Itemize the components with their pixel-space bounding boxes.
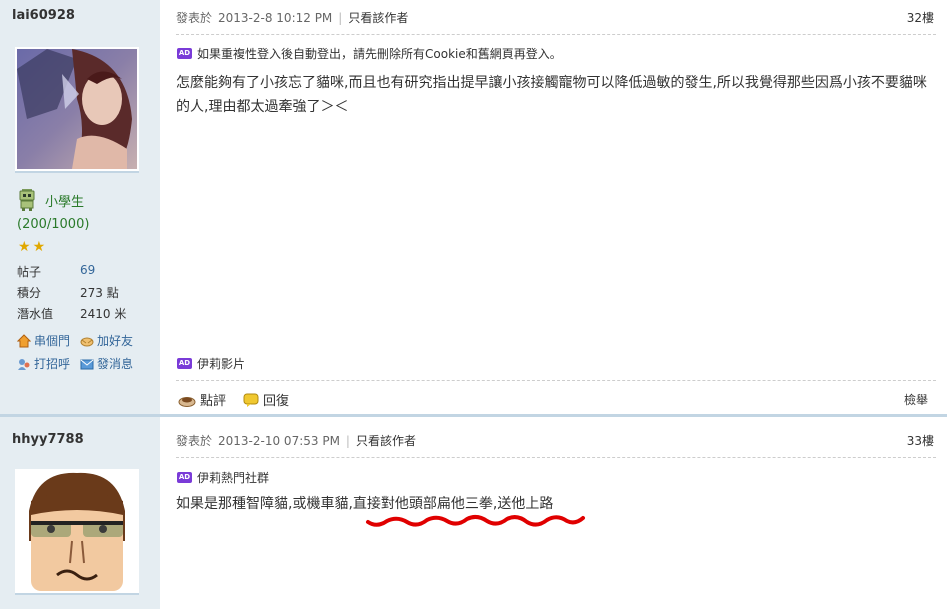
envelope-icon xyxy=(80,359,94,369)
star-icon: ★ xyxy=(32,239,46,255)
header-separator: | xyxy=(338,10,343,25)
visit-home-link[interactable]: 串個門 xyxy=(17,332,70,349)
say-hi-label: 打招呼 xyxy=(34,357,71,371)
posted-time: 2013-2-8 10:12 PM xyxy=(218,10,333,25)
stat-posts-label: 帖子 xyxy=(17,265,42,279)
author-only-link[interactable]: 只看該作者 xyxy=(348,9,408,26)
reply-button[interactable]: 回復 xyxy=(243,390,289,409)
ad-notice-text: 伊莉熱門社群 xyxy=(197,471,270,485)
floor-number[interactable]: 32樓 xyxy=(907,9,934,26)
author-only-link[interactable]: 只看該作者 xyxy=(356,432,416,449)
report-link[interactable]: 檢舉 xyxy=(904,391,928,408)
header-separator: | xyxy=(345,433,350,448)
ad-badge-icon: AD xyxy=(177,48,192,59)
say-hi-link[interactable]: 打招呼 xyxy=(17,355,70,372)
add-friend-label: 加好友 xyxy=(97,334,134,348)
avatar-image-icon xyxy=(17,471,137,591)
author-username[interactable]: lai60928 xyxy=(12,8,75,23)
author-username[interactable]: hhyy7788 xyxy=(12,432,84,447)
post-message: 怎麼能夠有了小孩忘了貓咪,而且也有研究指出提早讓小孩接觸寵物可以降低過敏的發生,… xyxy=(176,75,927,115)
post-divider xyxy=(0,414,947,417)
home-icon xyxy=(17,333,31,347)
speech-bubble-icon xyxy=(243,393,259,407)
ad-badge-icon: AD xyxy=(177,358,192,369)
header-divider xyxy=(176,34,936,35)
robot-rank-icon xyxy=(19,189,35,211)
rank-name[interactable]: 小學生 xyxy=(45,191,84,210)
visit-home-label: 串個門 xyxy=(34,334,71,348)
floor-number[interactable]: 33樓 xyxy=(907,432,934,449)
add-friend-link[interactable]: 加好友 xyxy=(80,332,133,349)
rate-label: 點評 xyxy=(200,394,227,409)
rank-row: 小學生 xyxy=(17,188,84,212)
handshake-icon xyxy=(80,337,94,346)
ad-notice-text: 如果重複性登入後自動登出，請先刪除所有Cookie和舊網頁再登入。 xyxy=(197,47,562,61)
stat-dive-label: 潛水值 xyxy=(17,307,54,321)
star-icon: ★ xyxy=(18,239,31,255)
rank-points: (200/1000) xyxy=(17,217,90,232)
ad-notice[interactable]: AD 伊莉熱門社群 xyxy=(177,469,269,486)
red-squiggle-underline xyxy=(366,514,585,527)
author-avatar[interactable] xyxy=(15,469,139,595)
author-avatar[interactable] xyxy=(15,47,139,173)
signature-ad[interactable]: AD 伊莉影片 xyxy=(177,355,245,372)
stat-dive-value: 2410 米 xyxy=(80,307,127,321)
rate-button[interactable]: 點評 xyxy=(178,390,226,409)
rank-stars: ★ ★ xyxy=(18,240,45,254)
posted-label: 發表於 xyxy=(176,11,213,25)
ad-badge-icon: AD xyxy=(177,472,192,483)
greet-icon xyxy=(18,358,30,370)
posted-label: 發表於 xyxy=(176,434,213,448)
signature-ad-text: 伊莉影片 xyxy=(197,357,246,371)
stat-points-value: 273 點 xyxy=(80,286,119,300)
footer-divider xyxy=(176,380,936,381)
send-message-link[interactable]: 發消息 xyxy=(80,355,133,372)
send-message-label: 發消息 xyxy=(97,357,134,371)
stat-points-label: 積分 xyxy=(17,286,42,300)
ad-notice[interactable]: AD 如果重複性登入後自動登出，請先刪除所有Cookie和舊網頁再登入。 xyxy=(177,45,562,62)
posted-time: 2013-2-10 07:53 PM xyxy=(218,433,340,448)
post-header: 發表於 2013-2-10 07:53 PM | 只看該作者 33樓 xyxy=(176,432,934,449)
stat-posts-value[interactable]: 69 xyxy=(80,263,95,277)
avatar-image-icon xyxy=(17,49,137,169)
coffee-cup-icon xyxy=(178,396,196,407)
header-divider xyxy=(176,457,936,458)
post-header: 發表於 2013-2-8 10:12 PM | 只看該作者 32樓 xyxy=(176,9,934,26)
reply-label: 回復 xyxy=(263,394,290,409)
